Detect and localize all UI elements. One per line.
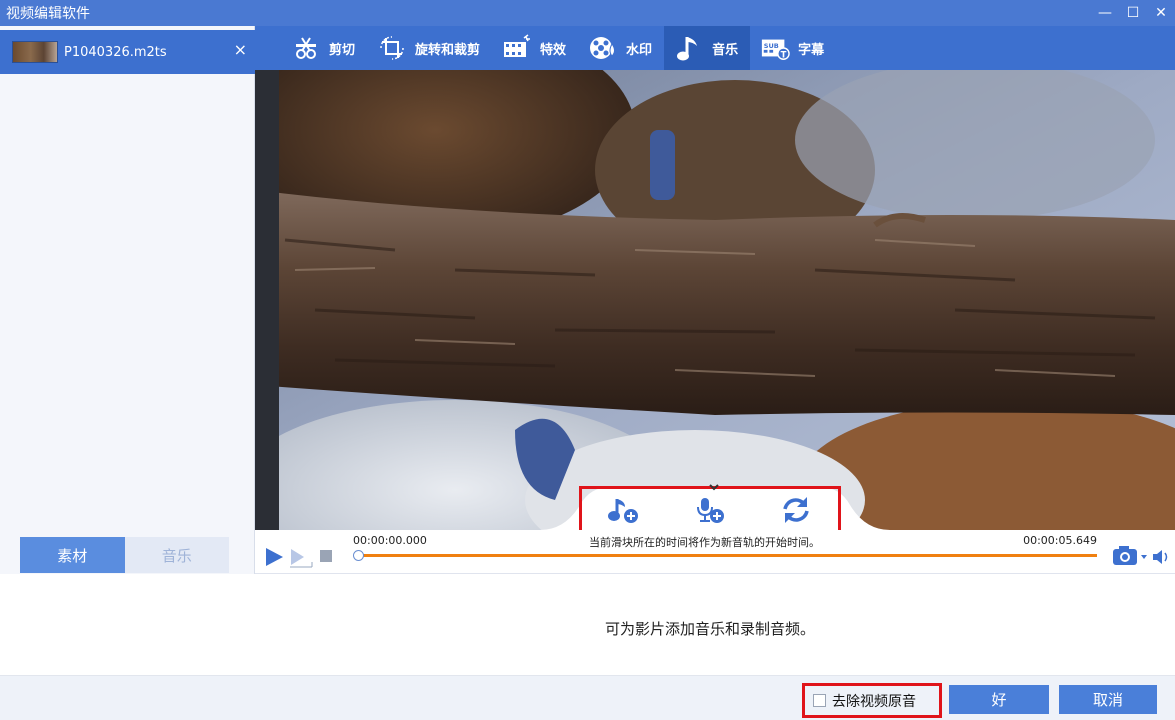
tool-cut[interactable]: 剪切 bbox=[255, 26, 367, 70]
chevron-down-icon bbox=[709, 484, 719, 491]
refresh-icon[interactable] bbox=[779, 495, 813, 525]
playback-bar: 00:00:00.000 当前滑块所在的时间将作为新音轨的开始时间。 00:00… bbox=[255, 530, 1175, 574]
close-button[interactable]: ✕ bbox=[1147, 0, 1175, 26]
tool-effects[interactable]: 特效 bbox=[492, 26, 578, 70]
minimize-button[interactable]: — bbox=[1091, 0, 1119, 26]
current-time: 00:00:00.000 bbox=[353, 534, 427, 547]
rotate-crop-icon bbox=[377, 33, 407, 63]
cut-icon bbox=[291, 33, 321, 63]
play-segment-icon[interactable] bbox=[288, 546, 314, 568]
svg-text:SUB: SUB bbox=[764, 42, 779, 50]
tool-rotate-crop[interactable]: 旋转和裁剪 bbox=[367, 26, 492, 70]
tool-rotate-crop-label: 旋转和裁剪 bbox=[415, 42, 481, 58]
play-icon[interactable] bbox=[263, 546, 285, 568]
tool-effects-label: 特效 bbox=[540, 42, 567, 58]
app-window: 视频编辑软件 — ☐ ✕ P1040326.m2ts × 素材 音乐 剪切 旋转… bbox=[0, 0, 1175, 720]
file-name: P1040326.m2ts bbox=[64, 44, 167, 60]
app-title: 视频编辑软件 bbox=[6, 6, 90, 22]
remove-original-audio-option[interactable]: 去除视频原音 bbox=[802, 683, 942, 718]
file-remove-icon[interactable]: × bbox=[234, 40, 247, 59]
edit-toolbar: 剪切 旋转和裁剪 特效 水印 音乐 SUB T 字幕 bbox=[255, 26, 1175, 70]
video-preview bbox=[255, 70, 1175, 530]
window-controls: — ☐ ✕ bbox=[1091, 0, 1175, 26]
tool-watermark[interactable]: 水印 bbox=[578, 26, 664, 70]
info-area: 可为影片添加音乐和录制音频。 bbox=[0, 574, 1175, 676]
snapshot-icon[interactable] bbox=[1111, 544, 1151, 568]
tab-materials[interactable]: 素材 bbox=[20, 537, 125, 573]
left-tabs: 素材 音乐 bbox=[20, 537, 229, 573]
video-letterbox bbox=[255, 70, 279, 530]
file-thumbnail bbox=[12, 41, 58, 63]
ok-button[interactable]: 好 bbox=[949, 685, 1049, 714]
tool-music[interactable]: 音乐 bbox=[664, 26, 751, 70]
playback-hint: 当前滑块所在的时间将作为新音轨的开始时间。 bbox=[589, 536, 820, 549]
audio-tools-group bbox=[579, 486, 841, 533]
tab-music[interactable]: 音乐 bbox=[124, 537, 229, 573]
remove-original-audio-label: 去除视频原音 bbox=[832, 693, 916, 710]
tool-subtitle-label: 字幕 bbox=[798, 42, 825, 58]
cancel-button[interactable]: 取消 bbox=[1059, 685, 1157, 714]
timeline-slider-handle[interactable] bbox=[353, 550, 364, 561]
volume-icon[interactable] bbox=[1151, 548, 1171, 566]
tool-music-label: 音乐 bbox=[712, 42, 739, 58]
tool-watermark-label: 水印 bbox=[626, 42, 653, 58]
watermark-icon bbox=[588, 33, 618, 63]
music-icon bbox=[674, 33, 704, 63]
tool-subtitle[interactable]: SUB T 字幕 bbox=[750, 26, 836, 70]
title-bar: 视频编辑软件 — ☐ ✕ bbox=[0, 0, 1175, 26]
left-panel: P1040326.m2ts × 素材 音乐 bbox=[0, 26, 255, 574]
tool-cut-label: 剪切 bbox=[329, 42, 356, 58]
add-music-icon[interactable] bbox=[607, 495, 643, 525]
stop-icon[interactable] bbox=[319, 549, 333, 563]
dialog-footer: 去除视频原音 好 取消 bbox=[0, 676, 1175, 720]
remove-original-audio-checkbox[interactable] bbox=[813, 694, 826, 707]
subtitle-icon: SUB T bbox=[760, 33, 790, 63]
effects-icon bbox=[502, 33, 532, 63]
info-message: 可为影片添加音乐和录制音频。 bbox=[604, 620, 815, 638]
maximize-button[interactable]: ☐ bbox=[1119, 0, 1147, 26]
file-item[interactable]: P1040326.m2ts × bbox=[0, 30, 255, 74]
video-frame bbox=[255, 70, 1175, 530]
record-audio-icon[interactable] bbox=[693, 495, 729, 525]
timeline-track[interactable] bbox=[357, 554, 1097, 557]
svg-text:T: T bbox=[781, 49, 787, 59]
total-time: 00:00:05.649 bbox=[1023, 534, 1097, 547]
